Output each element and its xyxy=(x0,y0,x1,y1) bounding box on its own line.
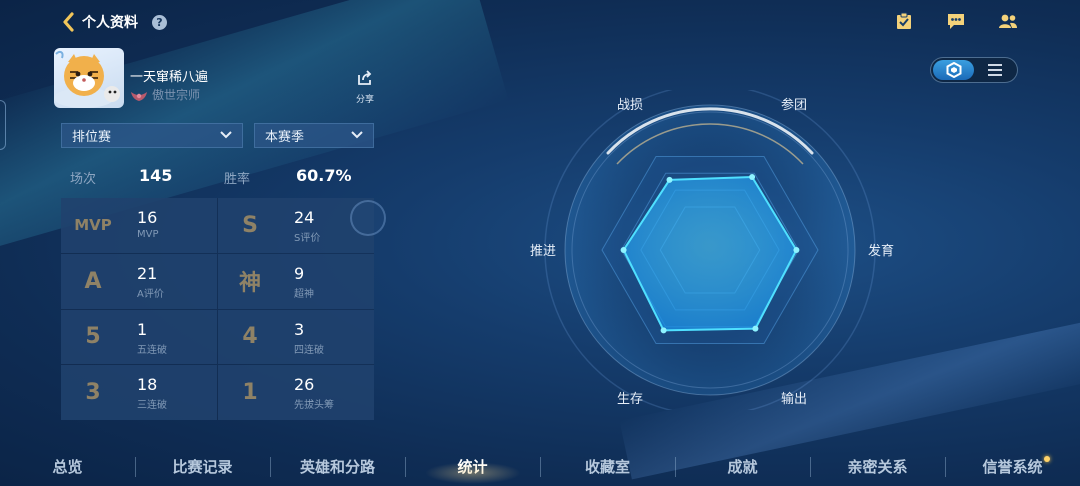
mode-dropdown[interactable]: 排位赛 xyxy=(61,123,243,148)
task-icon[interactable] xyxy=(894,11,914,31)
radar-point-cantuan xyxy=(749,174,756,180)
godlike-icon: 神 xyxy=(238,271,261,297)
chat-icon[interactable] xyxy=(946,11,966,31)
penta-kill-icon: 5 xyxy=(85,324,101,350)
floating-assist-bubble[interactable] xyxy=(350,200,386,236)
stat-label: MVP xyxy=(137,229,159,240)
radar-label-shengcun: 生存 xyxy=(617,392,644,407)
tab-match-history[interactable]: 比赛记录 xyxy=(135,448,270,486)
a-rating-icon: A xyxy=(84,268,102,294)
season-dropdown-value: 本赛季 xyxy=(265,130,305,145)
username: 一天窜稀八遍 xyxy=(130,70,209,85)
radar-label-tuijin: 推进 xyxy=(530,244,557,259)
radar-label-cantuan: 参团 xyxy=(781,98,808,113)
rank-label: 傲世宗师 xyxy=(152,88,201,102)
stat-label: 三连破 xyxy=(137,400,167,412)
radar-point-shengcun xyxy=(660,327,667,334)
help-icon[interactable]: ? xyxy=(152,14,167,30)
tab-statistics[interactable]: 统计 xyxy=(405,448,540,486)
radar-point-shuchu xyxy=(752,325,759,332)
winrate-label: 胜率 xyxy=(224,172,251,187)
stat-value: 21 xyxy=(137,263,158,283)
matches-label: 场次 xyxy=(70,172,97,187)
stat-godlike: 神 9 超神 xyxy=(218,253,374,309)
stat-value: 1 xyxy=(137,319,148,339)
mvp-icon: MVP xyxy=(74,216,112,235)
rank-wings-icon xyxy=(130,88,148,102)
tab-overview[interactable]: 总览 xyxy=(0,448,135,486)
header: 个人资料 ? xyxy=(62,10,167,34)
chevron-down-icon xyxy=(220,128,232,143)
stat-value: 9 xyxy=(294,263,305,283)
stat-value: 18 xyxy=(137,375,158,395)
stat-mvp: MVP 16 MVP xyxy=(61,198,217,253)
mode-dropdown-value: 排位赛 xyxy=(72,130,112,145)
stat-value: 26 xyxy=(294,375,315,395)
stats-grid: MVP 16 MVP S 24 S评价 A 21 A评价 神 9 超神 5 1 … xyxy=(61,198,374,420)
share-icon xyxy=(357,70,373,90)
radar-svg xyxy=(544,84,876,416)
quadra-kill-icon: 4 xyxy=(242,324,258,350)
list-view-option[interactable] xyxy=(974,60,1015,80)
stat-label: 四连破 xyxy=(294,344,324,356)
tab-credit-system[interactable]: 信誉系统 xyxy=(945,448,1080,486)
stat-label: A评价 xyxy=(137,288,164,300)
stat-label: S评价 xyxy=(294,233,321,244)
triple-kill-icon: 3 xyxy=(85,380,101,406)
radar-label-fayu: 发育 xyxy=(868,244,895,259)
share-label: 分享 xyxy=(355,95,374,105)
stat-first-blood: 1 26 先拔头筹 xyxy=(218,365,374,420)
radar-label-shuchu: 输出 xyxy=(781,392,808,407)
rank-badge: 傲世宗师 xyxy=(130,86,200,103)
bottom-tab-bar: 总览 比赛记录 英雄和分路 统计 收藏室 成就 亲密关系 信誉系统 xyxy=(0,448,1080,486)
stat-label: 先拔头筹 xyxy=(294,400,334,412)
chevron-down-icon xyxy=(351,128,363,143)
winrate-value: 60.7% xyxy=(296,166,352,185)
stat-a-rating: A 21 A评价 xyxy=(61,253,217,309)
side-drawer-handle[interactable] xyxy=(0,100,6,150)
top-toolbar xyxy=(894,11,1018,31)
stat-value: 3 xyxy=(294,319,305,339)
radar-chart: 战损 参团 发育 输出 生存 推进 xyxy=(520,84,900,416)
stat-value: 16 xyxy=(137,208,158,227)
season-dropdown[interactable]: 本赛季 xyxy=(254,123,374,148)
avatar[interactable] xyxy=(54,48,124,108)
page-title: 个人资料 xyxy=(82,15,138,31)
notification-dot xyxy=(1044,456,1050,462)
stat-quadra-kill: 4 3 四连破 xyxy=(218,309,374,365)
radar-point-fayu xyxy=(793,247,800,253)
friends-icon[interactable] xyxy=(998,11,1018,31)
matches-value: 145 xyxy=(139,166,173,185)
stat-label: 超神 xyxy=(294,288,314,300)
radar-point-tuijin xyxy=(620,247,627,253)
radar-label-zhansun: 战损 xyxy=(617,98,644,113)
stat-label: 五连破 xyxy=(137,344,167,356)
tab-relationships[interactable]: 亲密关系 xyxy=(810,448,945,486)
radar-point-zhansun xyxy=(666,176,673,183)
s-rating-icon: S xyxy=(242,212,258,238)
first-blood-icon: 1 xyxy=(242,380,258,406)
tab-achievements[interactable]: 成就 xyxy=(675,448,810,486)
view-toggle[interactable] xyxy=(930,57,1018,83)
stat-triple-kill: 3 18 三连破 xyxy=(61,365,217,420)
tab-label: 信誉系统 xyxy=(982,458,1043,476)
share-button[interactable]: 分享 xyxy=(354,70,376,105)
stat-value: 24 xyxy=(294,208,315,227)
tab-collection[interactable]: 收藏室 xyxy=(540,448,675,486)
back-arrow-icon[interactable] xyxy=(62,12,76,32)
radar-view-option[interactable] xyxy=(933,60,974,80)
tab-heroes-lanes[interactable]: 英雄和分路 xyxy=(270,448,405,486)
stat-penta-kill: 5 1 五连破 xyxy=(61,309,217,365)
